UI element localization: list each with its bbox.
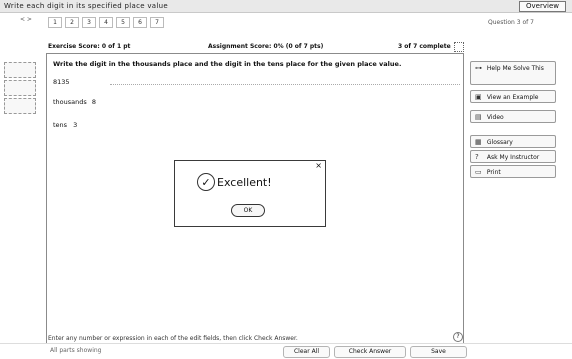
print-icon: ▭ xyxy=(475,168,482,176)
question-tab-6[interactable]: 6 xyxy=(133,16,147,28)
overview-button[interactable]: Overview xyxy=(519,1,566,12)
glossary-button[interactable]: ▦ Glossary xyxy=(470,135,556,148)
bulb-icon: ⊶ xyxy=(475,64,482,72)
thousands-label: thousands xyxy=(53,98,87,106)
ok-button[interactable]: OK xyxy=(231,204,265,217)
question-tab-1[interactable]: 1 xyxy=(48,16,62,28)
widget-block-middle xyxy=(4,80,36,96)
all-parts-text: All parts showing xyxy=(50,347,102,354)
question-status: Question 3 of 7 xyxy=(488,19,534,26)
close-icon[interactable]: × xyxy=(315,162,322,170)
print-button[interactable]: ▭ Print xyxy=(470,165,556,178)
question-tab-3[interactable]: 3 xyxy=(82,16,96,28)
check-answer-button[interactable]: Check Answer xyxy=(334,346,406,358)
view-example-label: View an Example xyxy=(486,94,539,101)
settings-icon[interactable] xyxy=(454,42,464,52)
exercise-score: Exercise Score: 0 of 1 pt xyxy=(48,43,131,50)
help-icon[interactable]: ? xyxy=(453,332,463,342)
question-tab-5[interactable]: 5 xyxy=(116,16,130,28)
help-me-solve-label: Help Me Solve This xyxy=(486,65,544,72)
dotted-divider xyxy=(110,84,460,85)
given-value: 8135 xyxy=(53,78,70,86)
tens-row: tens 3 xyxy=(53,121,77,129)
save-button[interactable]: Save xyxy=(410,346,467,358)
instructions-text: Enter any number or expression in each o… xyxy=(48,335,298,342)
tens-label: tens xyxy=(53,121,68,129)
left-side-widget xyxy=(4,62,40,120)
glossary-label: Glossary xyxy=(486,139,513,146)
question-tab-4[interactable]: 4 xyxy=(99,16,113,28)
window-title-bar: Write each digit in its specified place … xyxy=(0,0,572,13)
help-me-solve-button[interactable]: ⊶ Help Me Solve This xyxy=(470,61,556,85)
window-title: Write each digit in its specified place … xyxy=(4,2,168,10)
video-label: Video xyxy=(486,114,504,121)
assignment-score: Assignment Score: 0% (0 of 7 pts) xyxy=(208,43,324,50)
progress-count: 3 of 7 complete xyxy=(398,43,451,50)
question-icon: ? xyxy=(475,153,479,161)
thousands-row: thousands 8 xyxy=(53,98,96,106)
question-navigation: 1 2 3 4 5 6 7 xyxy=(48,16,164,28)
ask-instructor-button[interactable]: ? Ask My Instructor xyxy=(470,150,556,163)
print-label: Print xyxy=(486,169,501,176)
dialog-message: Excellent! xyxy=(217,176,272,189)
thousands-answer[interactable]: 8 xyxy=(92,98,96,106)
widget-block-top xyxy=(4,62,36,78)
view-example-button[interactable]: ▣ View an Example xyxy=(470,90,556,103)
check-icon: ✓ xyxy=(197,173,215,191)
question-prompt: Write the digit in the thousands place a… xyxy=(53,60,402,68)
tens-answer[interactable]: 3 xyxy=(73,121,77,129)
feedback-dialog: × ✓ Excellent! OK xyxy=(174,160,326,227)
book-icon: ▣ xyxy=(475,93,482,101)
clear-all-button[interactable]: Clear All xyxy=(283,346,330,358)
question-tab-2[interactable]: 2 xyxy=(65,16,79,28)
question-tab-7[interactable]: 7 xyxy=(150,16,164,28)
video-button[interactable]: ▤ Video xyxy=(470,110,556,123)
ask-instructor-label: Ask My Instructor xyxy=(486,154,540,161)
glossary-icon: ▦ xyxy=(475,138,482,146)
video-icon: ▤ xyxy=(475,113,482,121)
score-bar: Exercise Score: 0 of 1 pt Assignment Sco… xyxy=(48,43,462,53)
prev-next-navigation[interactable]: < > xyxy=(20,16,32,23)
widget-block-bottom xyxy=(4,98,36,114)
